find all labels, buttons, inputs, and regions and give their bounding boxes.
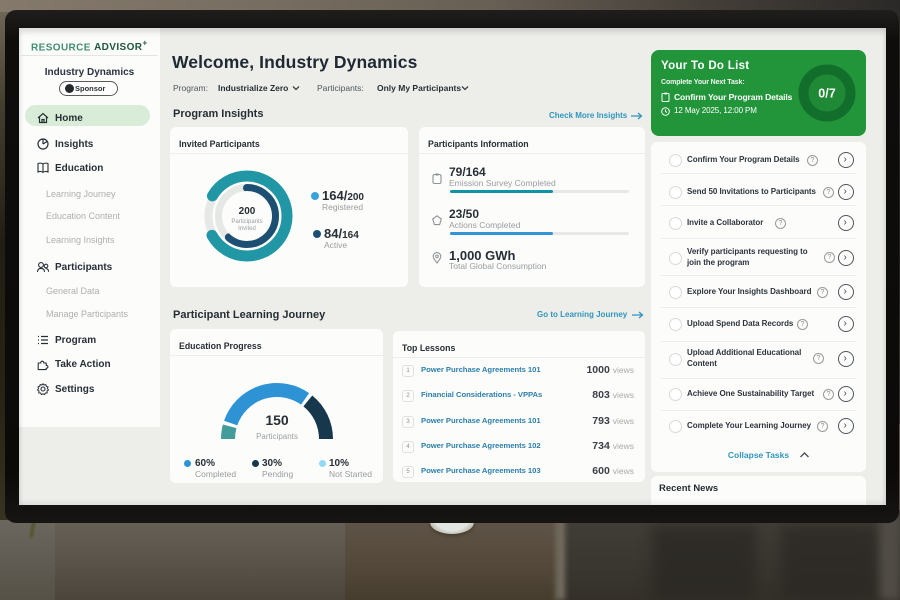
svg-text:150: 150 bbox=[265, 412, 289, 428]
svg-text:Participants: Participants bbox=[231, 219, 262, 225]
svg-text:Invited: Invited bbox=[238, 226, 256, 232]
svg-text:0/7: 0/7 bbox=[818, 87, 835, 101]
svg-text:200: 200 bbox=[239, 206, 256, 217]
svg-text:Participants: Participants bbox=[256, 432, 298, 441]
